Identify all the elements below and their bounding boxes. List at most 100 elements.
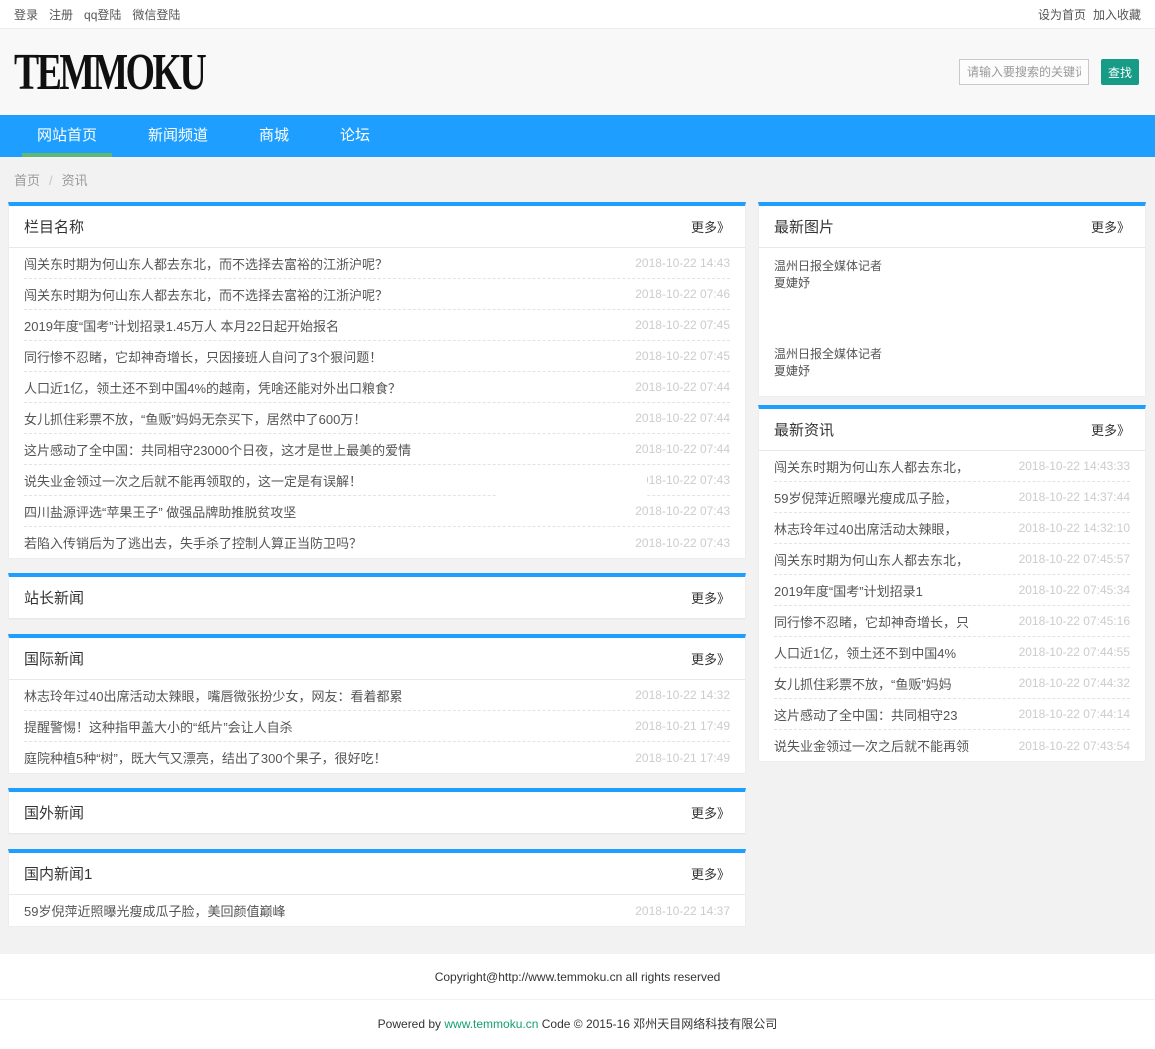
news-panel: 国外新闻 更多》 xyxy=(8,788,746,835)
topbar-left-links: 登录注册 qq登陆微信登陆 xyxy=(14,6,191,23)
article-title: 提醒警惕！这种指甲盖大小的“纸片”会让人自杀 xyxy=(24,717,293,736)
article-row[interactable]: 59岁倪萍近照曝光瘦成瓜子脸，美回颜值巅峰 2018-10-22 14:37 xyxy=(24,895,730,926)
panel-title: 最新图片 xyxy=(774,216,834,237)
image-caption: 夏婕妤 xyxy=(774,363,1130,380)
article-title: 2019年度“国考”计划招录1.45万人 本月22日起开始报名 xyxy=(24,316,339,335)
article-row[interactable]: 女儿抓住彩票不放，“鱼贩”妈妈无奈买下，居然中了600万！ 2018-10-22… xyxy=(24,403,730,434)
latest-news-panel: 最新资讯 更多》 闯关东时期为何山东人都去东北， 2018-10-22 14:4… xyxy=(758,405,1146,762)
article-title: 同行惨不忍睹，它却神奇增长，只 xyxy=(774,612,969,631)
article-date: 2018-10-22 07:43 xyxy=(635,504,730,518)
article-row[interactable]: 若陷入传销后为了逃出去，失手杀了控制人算正当防卫吗？ 2018-10-22 07… xyxy=(24,527,730,558)
topbar-right-links: 设为首页加入收藏 xyxy=(1031,6,1141,23)
article-row[interactable]: 林志玲年过40出席活动太辣眼， 2018-10-22 14:32:10 xyxy=(774,513,1130,544)
article-date: 2018-10-22 07:44 xyxy=(635,442,730,456)
article-title: 闯关东时期为何山东人都去东北，而不选择去富裕的江浙沪呢？ xyxy=(24,285,388,304)
nav-item[interactable]: 新闻频道 xyxy=(133,115,223,157)
nav-item[interactable]: 商城 xyxy=(244,115,304,157)
more-link[interactable]: 更多》 xyxy=(691,803,730,822)
article-title: 59岁倪萍近照曝光瘦成瓜子脸，美回颜值巅峰 xyxy=(24,901,285,920)
article-row[interactable]: 说失业金领过一次之后就不能再领 2018-10-22 07:43:54 xyxy=(774,730,1130,761)
article-date: 2018-10-22 07:43 xyxy=(635,536,730,550)
image-item[interactable]: 温州日报全媒体记者 夏婕妤 xyxy=(774,346,1130,380)
more-link[interactable]: 更多》 xyxy=(1091,217,1130,236)
article-date: 2018-10-22 07:45:57 xyxy=(1019,552,1130,566)
breadcrumb-current[interactable]: 资讯 xyxy=(62,173,88,188)
image-item[interactable]: 温州日报全媒体记者 夏婕妤 xyxy=(774,258,1130,292)
breadcrumb-home[interactable]: 首页 xyxy=(14,173,40,188)
more-link[interactable]: 更多》 xyxy=(691,649,730,668)
topbar-link[interactable]: 设为首页 xyxy=(1038,8,1086,22)
article-date: 2018-10-22 14:43 xyxy=(635,256,730,270)
article-title: 女儿抓住彩票不放，“鱼贩”妈妈 xyxy=(774,674,952,693)
article-row[interactable]: 女儿抓住彩票不放，“鱼贩”妈妈 2018-10-22 07:44:32 xyxy=(774,668,1130,699)
article-row[interactable]: 2019年度“国考”计划招录1 2018-10-22 07:45:34 xyxy=(774,575,1130,606)
powered-by-text: Powered by www.temmoku.cn Code © 2015-16… xyxy=(0,1000,1155,1049)
article-row[interactable]: 闯关东时期为何山东人都去东北， 2018-10-22 14:43:33 xyxy=(774,451,1130,482)
topbar-link[interactable]: 注册 xyxy=(49,8,73,22)
powered-by-prefix: Powered by xyxy=(378,1017,445,1031)
panel-title: 最新资讯 xyxy=(774,419,834,440)
panel-header: 站长新闻 更多》 xyxy=(9,577,745,619)
panel-header: 国外新闻 更多》 xyxy=(9,792,745,834)
article-row[interactable]: 闯关东时期为何山东人都去东北，而不选择去富裕的江浙沪呢？ 2018-10-22 … xyxy=(24,279,730,310)
article-row[interactable]: 59岁倪萍近照曝光瘦成瓜子脸， 2018-10-22 14:37:44 xyxy=(774,482,1130,513)
image-caption: 温州日报全媒体记者 xyxy=(774,346,1130,363)
article-row[interactable]: 同行惨不忍睹，它却神奇增长，只因接班人自问了3个狠问题！ 2018-10-22 … xyxy=(24,341,730,372)
article-date: 2018-10-22 07:43:54 xyxy=(1019,739,1130,753)
panel-header: 最新图片 更多》 xyxy=(759,206,1145,248)
article-date: 2018-10-22 07:44 xyxy=(635,380,730,394)
article-date: 2018-10-22 14:32:10 xyxy=(1019,521,1130,535)
article-row[interactable]: 人口近1亿，领土还不到中国4% 2018-10-22 07:44:55 xyxy=(774,637,1130,668)
latest-news-list: 闯关东时期为何山东人都去东北， 2018-10-22 14:43:33 59岁倪… xyxy=(759,451,1145,761)
article-date: 2018-10-22 07:46 xyxy=(635,287,730,301)
topbar-link[interactable]: 登录 xyxy=(14,8,38,22)
article-row[interactable]: 庭院种植5种“树”，既大气又漂亮，结出了300个果子，很好吃！ 2018-10-… xyxy=(24,742,730,773)
right-column: 最新图片 更多》 温州日报全媒体记者 夏婕妤 温州日报全媒体记者 夏婕妤 xyxy=(758,202,1146,770)
more-link[interactable]: 更多》 xyxy=(1091,420,1130,439)
article-row[interactable]: 同行惨不忍睹，它却神奇增长，只 2018-10-22 07:45:16 xyxy=(774,606,1130,637)
article-title: 林志玲年过40出席活动太辣眼，嘴唇微张扮少女，网友：看着都累 xyxy=(24,686,402,705)
article-row[interactable]: 人口近1亿，领土还不到中国4%的越南，凭啥还能对外出口粮食？ 2018-10-2… xyxy=(24,372,730,403)
panel-title: 国内新闻1 xyxy=(24,863,92,884)
left-column: 栏目名称 更多》 闯关东时期为何山东人都去东北，而不选择去富裕的江浙沪呢？ 20… xyxy=(8,202,746,941)
article-title: 林志玲年过40出席活动太辣眼， xyxy=(774,519,957,538)
article-title: 说失业金领过一次之后就不能再领 xyxy=(774,736,969,755)
article-date: 2018-10-21 17:49 xyxy=(635,719,730,733)
latest-images-panel: 最新图片 更多》 温州日报全媒体记者 夏婕妤 温州日报全媒体记者 夏婕妤 xyxy=(758,202,1146,397)
article-row[interactable]: 这片感动了全中国：共同相守23 2018-10-22 07:44:14 xyxy=(774,699,1130,730)
search-button[interactable]: 查找 xyxy=(1101,59,1139,85)
article-row[interactable]: 2019年度“国考”计划招录1.45万人 本月22日起开始报名 2018-10-… xyxy=(24,310,730,341)
article-row[interactable]: 提醒警惕！这种指甲盖大小的“纸片”会让人自杀 2018-10-21 17:49 xyxy=(24,711,730,742)
article-row[interactable]: 林志玲年过40出席活动太辣眼，嘴唇微张扮少女，网友：看着都累 2018-10-2… xyxy=(24,680,730,711)
image-caption: 夏婕妤 xyxy=(774,275,1130,292)
search-input[interactable] xyxy=(959,59,1089,85)
article-title: 四川盐源评选“苹果王子” 做强品牌助推脱贫攻坚 xyxy=(24,502,296,521)
article-date: 2018-10-22 14:37:44 xyxy=(1019,490,1130,504)
powered-by-link[interactable]: www.temmoku.cn xyxy=(444,1017,538,1031)
topbar-link[interactable]: qq登陆 xyxy=(84,8,121,22)
more-link[interactable]: 更多》 xyxy=(691,588,730,607)
nav-item[interactable]: 网站首页 xyxy=(22,115,112,157)
article-list: 闯关东时期为何山东人都去东北，而不选择去富裕的江浙沪呢？ 2018-10-22 … xyxy=(9,248,745,558)
article-date: 2018-10-22 14:43:33 xyxy=(1019,459,1130,473)
image-caption: 温州日报全媒体记者 xyxy=(774,258,1130,275)
main-nav: 网站首页新闻频道商城论坛 xyxy=(0,115,1155,157)
news-panel: 站长新闻 更多》 xyxy=(8,573,746,620)
article-row[interactable]: 这片感动了全中国：共同相守23000个日夜，这才是世上最美的爱情 2018-10… xyxy=(24,434,730,465)
panel-title: 站长新闻 xyxy=(24,587,84,608)
article-title: 这片感动了全中国：共同相守23 xyxy=(774,705,957,724)
panel-header: 国际新闻 更多》 xyxy=(9,638,745,680)
topbar: 登录注册 qq登陆微信登陆 设为首页加入收藏 xyxy=(0,0,1155,29)
panel-title: 国外新闻 xyxy=(24,802,84,823)
site-header: TEMMOKU 查找 xyxy=(0,29,1155,115)
article-title: 闯关东时期为何山东人都去东北， xyxy=(774,550,969,569)
article-row[interactable]: 闯关东时期为何山东人都去东北， 2018-10-22 07:45:57 xyxy=(774,544,1130,575)
nav-item[interactable]: 论坛 xyxy=(325,115,385,157)
topbar-link[interactable]: 加入收藏 xyxy=(1093,8,1141,22)
article-row[interactable]: 闯关东时期为何山东人都去东北，而不选择去富裕的江浙沪呢？ 2018-10-22 … xyxy=(24,248,730,279)
more-link[interactable]: 更多》 xyxy=(691,864,730,883)
site-logo[interactable]: TEMMOKU xyxy=(14,46,204,98)
more-link[interactable]: 更多》 xyxy=(691,217,730,236)
article-date: 2018-10-22 07:44:55 xyxy=(1019,645,1130,659)
topbar-link[interactable]: 微信登陆 xyxy=(132,8,180,22)
